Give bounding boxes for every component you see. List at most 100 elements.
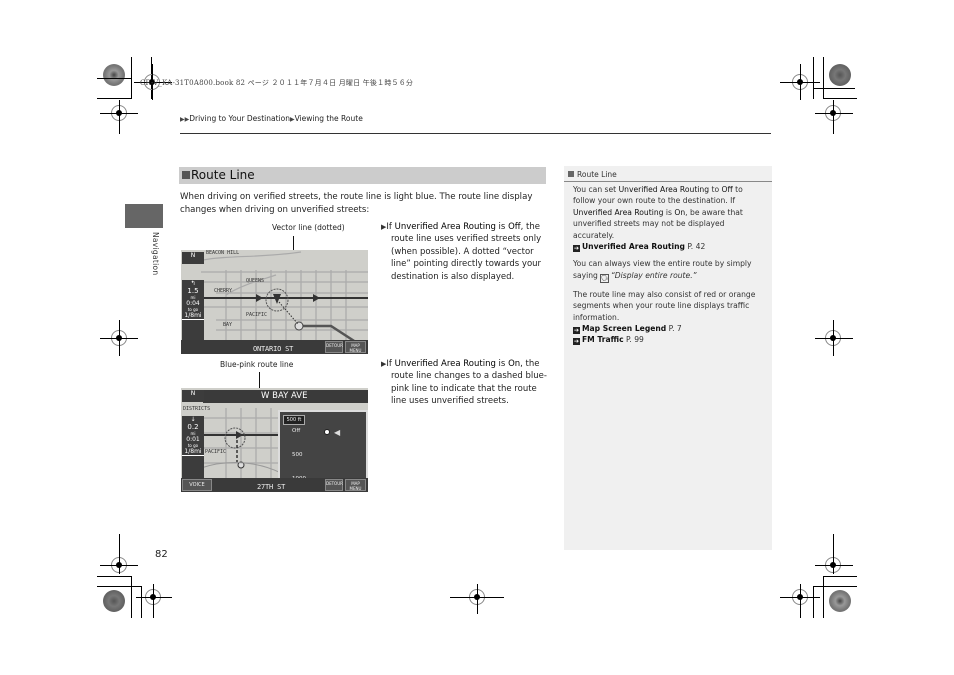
figure-caption: Blue-pink route line	[220, 360, 294, 369]
setting-state: Off	[508, 222, 521, 232]
crop-line	[141, 586, 142, 618]
crop-line	[823, 98, 857, 99]
guidance-panel: ↰ 1.5 mi 0:04 to go 1/8mi	[182, 280, 204, 342]
bullet-routing-off: ▶If Unverified Area Routing is Off, the …	[381, 222, 542, 282]
breadcrumb-item[interactable]: Viewing the Route	[295, 114, 363, 123]
crop-line	[477, 584, 478, 614]
crop-line	[813, 586, 814, 618]
crop-line	[153, 584, 154, 618]
note-paragraph: You can set Unverified Area Routing to O…	[573, 184, 765, 253]
crop-line	[823, 57, 824, 99]
detour-button[interactable]: DETOUR	[325, 341, 343, 353]
guidance-panel: ↓ 0.2 mi 0:01 to go 1/8mi	[182, 416, 204, 478]
nav-map-screenshot: BEACON HILL QUEENS CHERRY PACIFIC BAY N …	[181, 250, 368, 354]
crop-line	[131, 576, 132, 618]
talk-button-icon: 🗣	[599, 273, 609, 283]
current-street-name: 27TH ST	[257, 483, 286, 491]
map-scale[interactable]: 1/8mi	[182, 448, 204, 456]
map-streets	[201, 251, 368, 352]
page-number: 82	[155, 549, 168, 560]
crop-line	[813, 88, 855, 89]
header-divider	[180, 133, 771, 134]
side-note-panel: Route Line You can set Unverified Area R…	[564, 166, 772, 550]
turn-arrow-icon: ↓	[190, 416, 196, 423]
crop-line	[119, 534, 120, 574]
map-street-label: PACIFIC	[205, 449, 227, 455]
inset-tick-label: Off	[292, 428, 301, 434]
breadcrumb: ▶▶Driving to Your Destination▶Viewing th…	[180, 114, 363, 123]
destination-pin-icon	[324, 429, 330, 435]
note-paragraph: You can always view the entire route by …	[573, 259, 752, 283]
crop-line	[815, 565, 853, 566]
arrow-right-icon: ➔	[573, 338, 580, 346]
cross-reference-link[interactable]: ➔ FM Traffic P. 99	[573, 334, 765, 346]
crop-line	[119, 100, 120, 134]
crop-line	[823, 576, 824, 618]
breadcrumb-item[interactable]: Driving to Your Destination	[189, 114, 290, 123]
map-street-label: BAY	[223, 322, 233, 328]
inset-tick-label: 500	[292, 452, 303, 458]
distance-value: 1.5	[187, 287, 199, 295]
color-registration-disc	[103, 64, 125, 86]
note-body: You can set Unverified Area Routing to O…	[573, 184, 765, 352]
map-street-label: DISTRICTS	[183, 406, 211, 412]
setting-name: Unverified Area Routing	[394, 359, 496, 369]
print-slug: CR-V_KA-31T0A800.book 82 ページ ２０１１年７月４日 月…	[140, 79, 414, 87]
note-divider	[564, 181, 772, 182]
note-paragraph: The route line may also consist of red o…	[573, 289, 765, 346]
bullet-routing-on: ▶If Unverified Area Routing is On, the r…	[381, 359, 547, 407]
crop-line	[131, 57, 132, 99]
current-street-name: ONTARIO ST	[253, 345, 294, 353]
crop-line	[813, 57, 814, 99]
map-street-label: PACIFIC	[246, 312, 268, 318]
vehicle-arrow-icon: ◀	[334, 428, 341, 437]
section-title: Route Line	[191, 168, 255, 182]
crop-line	[800, 64, 801, 100]
crop-line	[823, 576, 857, 577]
time-value: 0:01	[186, 436, 200, 443]
figure-caption: Vector line (dotted)	[272, 223, 345, 232]
square-bullet-icon	[182, 171, 190, 179]
inset-scale: 500 ft	[283, 415, 305, 425]
cross-reference-link[interactable]: ➔ Unverified Area Routing P. 42	[573, 241, 765, 253]
note-icon	[568, 171, 574, 177]
crop-line	[800, 584, 801, 618]
section-intro: When driving on verified streets, the ro…	[180, 192, 533, 215]
section-heading: Route Line	[179, 167, 546, 184]
map-street-label: BEACON HILL	[206, 250, 240, 256]
arrow-right-icon: ➔	[573, 327, 580, 335]
turn-arrow-icon: ↰	[190, 280, 196, 287]
crop-line	[815, 113, 853, 114]
map-scale[interactable]: 1/8mi	[182, 312, 204, 320]
crop-line	[119, 320, 120, 356]
arrow-right-icon: ➔	[573, 245, 580, 253]
crop-line	[136, 597, 172, 598]
crop-line	[833, 100, 834, 134]
next-street-banner: W BAY AVE	[203, 390, 368, 403]
note-heading: Route Line	[568, 170, 617, 179]
color-registration-disc	[103, 590, 125, 612]
crop-line	[97, 98, 131, 99]
map-street-label: QUEENS	[246, 278, 265, 284]
map-menu-button[interactable]: MAP MENU	[345, 341, 366, 353]
crop-line	[815, 338, 853, 339]
setting-name: Unverified Area Routing	[394, 222, 496, 232]
crop-line	[833, 534, 834, 574]
time-value: 0:04	[186, 300, 200, 307]
north-up-icon[interactable]: N	[182, 252, 204, 264]
detour-button[interactable]: DETOUR	[325, 479, 343, 491]
color-registration-disc	[829, 64, 851, 86]
north-up-icon[interactable]: N	[182, 390, 204, 402]
crop-line	[97, 576, 131, 577]
map-menu-button[interactable]: MAP MENU	[345, 479, 366, 491]
distance-value: 0.2	[187, 423, 199, 431]
crop-line	[97, 78, 131, 79]
map-street-label: CHERRY	[214, 288, 233, 294]
crop-line	[833, 320, 834, 356]
chapter-tab	[125, 204, 163, 228]
cross-reference-link[interactable]: ➔ Map Screen Legend P. 7	[573, 323, 765, 335]
breadcrumb-arrow-icon: ▶▶	[180, 116, 190, 123]
color-registration-disc	[829, 590, 851, 612]
nav-map-screenshot: W BAY AVE DISTRICTS PACIFIC N ↓ 0.2 mi 0…	[181, 388, 368, 492]
voice-button[interactable]: VOICE	[182, 479, 212, 491]
